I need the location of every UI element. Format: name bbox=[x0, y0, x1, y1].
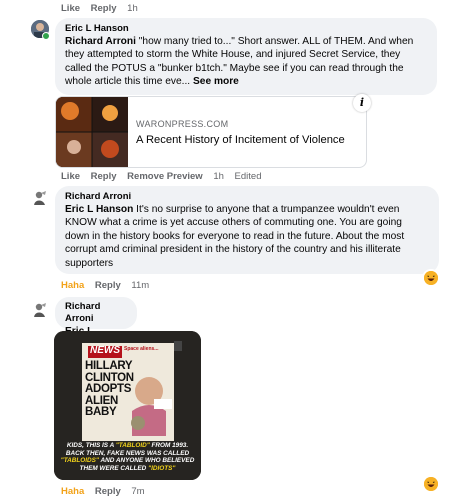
comment-time: 7m bbox=[131, 486, 145, 497]
headline-line: HILLARY bbox=[85, 360, 133, 372]
see-more-link[interactable]: See more bbox=[193, 76, 239, 87]
tabloid-caption: KIDS, THIS IS A "TABLOID" FROM 1993. BAC… bbox=[60, 442, 195, 472]
haha-reaction-button[interactable]: Haha bbox=[61, 280, 84, 291]
reply-button[interactable]: Reply bbox=[95, 486, 121, 497]
comment3-actions: Haha Reply 7m bbox=[61, 486, 153, 497]
comment-author[interactable]: Richard Arroni bbox=[65, 191, 429, 203]
link-thumbnail bbox=[56, 97, 128, 167]
tabloid-blurb: Space aliens... bbox=[124, 346, 159, 352]
comment-bubble-3: Richard Arroni Eric L Hanson bbox=[55, 297, 137, 350]
headline-line: BABY bbox=[85, 406, 117, 418]
tabloid-headline: HILLARY CLINTON ADOPTS ALIEN BABY bbox=[85, 360, 134, 419]
comment-text: Richard Arroni "how many tried to..." Sh… bbox=[65, 35, 427, 89]
reply-button[interactable]: Reply bbox=[91, 171, 117, 182]
comment-bubble-1: Eric L Hanson Richard Arroni "how many t… bbox=[55, 18, 437, 95]
caption-highlight: "TABLOIDS" bbox=[60, 457, 99, 465]
comment-author[interactable]: Richard Arroni bbox=[65, 301, 127, 325]
tabloid-image[interactable]: NEWS Space aliens... HILLARY CLINTON ADO… bbox=[54, 331, 201, 480]
comment-time: 11m bbox=[131, 280, 150, 291]
top-comment-actions: Like Reply 1h bbox=[61, 3, 146, 14]
comment-text: Eric L Hanson It's no surprise to anyone… bbox=[65, 203, 429, 270]
haha-reaction-button[interactable]: Haha bbox=[61, 486, 84, 497]
headline-line: ADOPTS bbox=[85, 383, 132, 395]
avatar-richard[interactable] bbox=[31, 189, 49, 207]
link-title: A Recent History of Incitement of Violen… bbox=[136, 134, 345, 146]
mention-link[interactable]: Richard Arroni bbox=[65, 36, 136, 47]
tabloid-masthead: NEWS bbox=[90, 345, 120, 356]
link-domain: WARONPRESS.COM bbox=[136, 119, 229, 129]
online-indicator bbox=[42, 32, 50, 40]
comment-time: 1h bbox=[213, 171, 224, 182]
avatar-richard[interactable] bbox=[31, 301, 49, 319]
comment-author[interactable]: Eric L Hanson bbox=[65, 23, 427, 35]
haha-reaction-icon[interactable] bbox=[424, 477, 438, 491]
link-preview-card[interactable]: WARONPRESS.COM A Recent History of Incit… bbox=[55, 96, 367, 168]
haha-emoji-icon bbox=[424, 477, 438, 491]
reply-button[interactable]: Reply bbox=[95, 280, 121, 291]
caption-highlight: "IDIOTS" bbox=[148, 464, 176, 472]
info-icon[interactable]: i bbox=[353, 94, 371, 112]
haha-reaction-icon[interactable] bbox=[424, 271, 438, 285]
like-button[interactable]: Like bbox=[61, 171, 80, 182]
comment1-actions: Like Reply Remove Preview 1h Edited bbox=[61, 171, 269, 182]
thumbnail-image bbox=[56, 97, 128, 167]
comment2-actions: Haha Reply 11m bbox=[61, 280, 157, 291]
avatar-image bbox=[31, 189, 49, 207]
mention-link[interactable]: Eric L Hanson bbox=[65, 204, 133, 215]
like-button[interactable]: Like bbox=[61, 3, 80, 14]
comment-bubble-2: Richard Arroni Eric L Hanson It's no sur… bbox=[55, 186, 439, 274]
caption-text: KIDS, THIS IS A bbox=[66, 442, 116, 449]
reply-button[interactable]: Reply bbox=[91, 3, 117, 14]
edited-label[interactable]: Edited bbox=[235, 171, 262, 182]
remove-preview-button[interactable]: Remove Preview bbox=[127, 171, 203, 182]
comment-time: 1h bbox=[127, 3, 138, 14]
haha-emoji-icon bbox=[424, 271, 438, 285]
caption-highlight: "TABLOID" bbox=[115, 442, 150, 449]
avatar-image bbox=[31, 301, 49, 319]
